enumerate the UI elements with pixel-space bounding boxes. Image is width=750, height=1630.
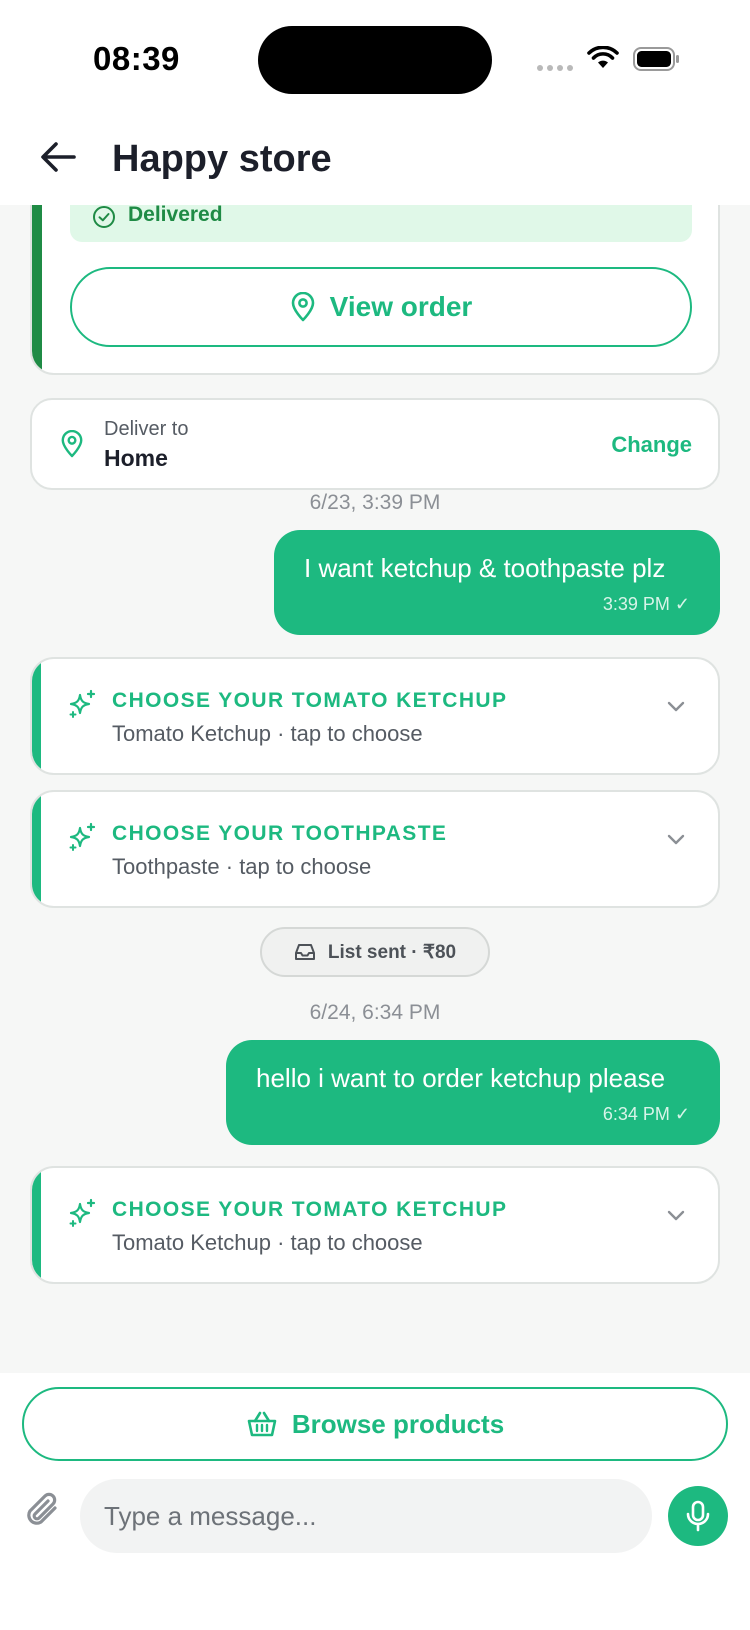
chat-thread[interactable]: Delivered View order Deliver to Home Cha… <box>0 205 750 1373</box>
choose-card-title: CHOOSE YOUR TOOTHPASTE <box>112 822 448 845</box>
delivered-status-text: Delivered <box>128 205 223 226</box>
list-sent-label: List sent · ₹80 <box>327 941 457 963</box>
status-badge: Delivered <box>70 205 692 242</box>
browse-products-label: Browse products <box>291 1408 505 1439</box>
paperclip-icon[interactable] <box>24 1489 62 1531</box>
microphone-icon <box>686 1500 710 1532</box>
outgoing-message[interactable]: I want ketchup & toothpaste plz 3:39 PM … <box>274 530 720 635</box>
card-stripe <box>32 1168 41 1282</box>
choose-product-card[interactable]: CHOOSE YOUR TOMATO KETCHUP Tomato Ketchu… <box>30 657 720 775</box>
chevron-down-icon[interactable] <box>666 832 686 846</box>
check-circle-icon <box>93 206 115 228</box>
choose-card-subtitle: Tomato Ketchup · tap to choose <box>112 1230 423 1255</box>
battery-icon <box>633 47 679 71</box>
basket-icon <box>247 1411 277 1437</box>
message-time: 3:39 PM ✓ <box>602 594 690 614</box>
chevron-down-icon[interactable] <box>666 699 686 713</box>
composer-area: Browse products <box>0 1373 750 1630</box>
sparkle-icon <box>69 1198 96 1227</box>
message-timestamp: 6/23, 3:39 PM <box>309 491 441 514</box>
choose-card-subtitle: Toothpaste · tap to choose <box>112 854 372 879</box>
location-pin-icon <box>61 430 83 458</box>
view-order-label: View order <box>329 291 473 322</box>
signal-icon <box>537 65 573 71</box>
dynamic-island <box>258 26 492 94</box>
outgoing-message[interactable]: hello i want to order ketchup please 6:3… <box>226 1040 720 1145</box>
inbox-icon <box>294 944 315 960</box>
list-sent-badge: List sent · ₹80 <box>260 927 490 977</box>
sparkle-icon <box>69 689 96 718</box>
location-pin-icon <box>291 292 314 322</box>
message-input[interactable] <box>80 1479 652 1553</box>
order-card: Delivered View order <box>30 205 720 375</box>
page-title: Happy store <box>112 138 332 180</box>
status-time: 08:39 <box>93 40 180 77</box>
message-text: I want ketchup & toothpaste plz <box>304 553 666 583</box>
chevron-down-icon[interactable] <box>666 1208 686 1222</box>
order-card-stripe <box>32 205 42 373</box>
view-order-button[interactable]: View order <box>70 267 692 347</box>
choose-product-card[interactable]: CHOOSE YOUR TOOTHPASTE Toothpaste · tap … <box>30 790 720 908</box>
delivery-address-card: Deliver to Home Change <box>30 398 720 490</box>
deliver-to-value: Home <box>104 445 168 471</box>
sparkle-icon <box>69 822 96 851</box>
status-bar: 08:39 <box>0 0 750 110</box>
deliver-to-label: Deliver to <box>104 418 189 440</box>
wifi-icon <box>587 46 619 68</box>
choose-card-subtitle: Tomato Ketchup · tap to choose <box>112 721 423 746</box>
message-time: 6:34 PM ✓ <box>602 1104 690 1124</box>
microphone-button[interactable] <box>668 1486 728 1546</box>
choose-card-title: CHOOSE YOUR TOMATO KETCHUP <box>112 689 508 712</box>
change-address-button[interactable]: Change <box>611 432 692 458</box>
message-text: hello i want to order ketchup please <box>256 1063 666 1093</box>
choose-card-title: CHOOSE YOUR TOMATO KETCHUP <box>112 1198 508 1221</box>
choose-product-card[interactable]: CHOOSE YOUR TOMATO KETCHUP Tomato Ketchu… <box>30 1166 720 1284</box>
back-arrow-icon[interactable] <box>38 138 80 176</box>
message-timestamp: 6/24, 6:34 PM <box>309 1001 441 1024</box>
card-stripe <box>32 792 41 906</box>
browse-products-button[interactable]: Browse products <box>22 1387 728 1461</box>
chat-header: Happy store <box>0 110 750 205</box>
card-stripe <box>32 659 41 773</box>
